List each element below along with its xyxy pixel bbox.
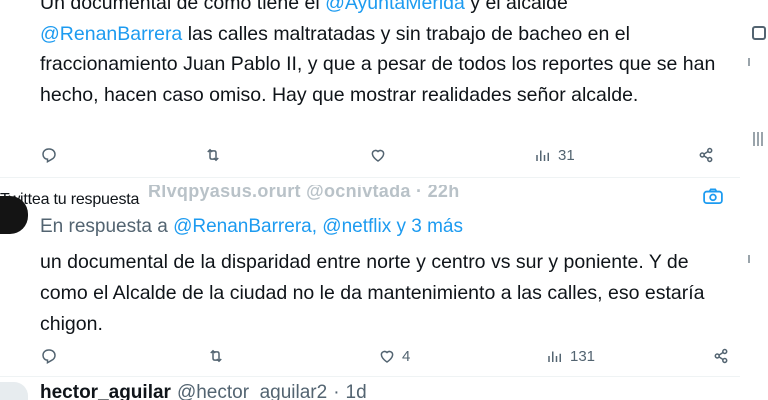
author-handle[interactable]: @hector_aguilar2 (177, 382, 327, 400)
camera-button[interactable] (702, 188, 724, 209)
checkbox-icon[interactable] (752, 26, 766, 40)
like-button[interactable]: 4 (378, 344, 410, 368)
rail-mark (753, 132, 755, 146)
tweet-2-actions: 4 131 (0, 344, 740, 368)
like-button[interactable] (369, 143, 393, 167)
share-icon (699, 147, 713, 163)
mention-ayuntamerida[interactable]: @AyuntaMerida (325, 0, 465, 14)
views-button[interactable]: 31 (534, 143, 575, 167)
retweet-button[interactable] (203, 143, 229, 167)
tweet-1-text-start: Un documental de como tiene el (40, 0, 326, 14)
divider (0, 376, 740, 377)
reply-icon (42, 148, 56, 164)
tweet-2-text: un documental de la disparidad entre nor… (40, 251, 705, 335)
side-panel-edge (740, 0, 768, 400)
like-count: 4 (402, 347, 411, 365)
tweet-1-actions: 31 (0, 143, 740, 167)
camera-icon (703, 188, 723, 204)
views-count: 31 (558, 146, 575, 164)
avatar[interactable] (0, 382, 28, 400)
reply-button[interactable] (40, 143, 64, 167)
tweet-2-header: Rlvqpyasus.orurt @ocnivtada · 22h (148, 185, 460, 201)
divider (0, 177, 740, 178)
views-button[interactable]: 131 (546, 344, 595, 368)
views-count: 131 (570, 347, 596, 365)
reply-button[interactable] (40, 344, 64, 368)
replying-to-label: En respuesta a (40, 216, 174, 237)
share-button[interactable] (712, 344, 730, 368)
tweet-3-header: hector_aguilar @hector_aguilar2 · 1d (40, 382, 367, 400)
timeline: Un documental de como tiene el @AyuntaMe… (0, 0, 740, 400)
rail-mark (757, 132, 759, 146)
rail-mark (761, 132, 763, 146)
heart-icon (380, 350, 394, 363)
heart-icon (371, 149, 385, 162)
meta-separator: · (333, 382, 340, 400)
compose-overlay: Rlvqpyasus.orurt @ocnivtada · 22h Twitte… (0, 185, 740, 207)
share-icon (714, 348, 728, 364)
views-icon (548, 351, 561, 362)
share-button[interactable] (697, 143, 715, 167)
views-icon (536, 150, 549, 161)
retweet-button[interactable] (206, 344, 232, 368)
mention-renanbarrera[interactable]: @RenanBarrera (40, 23, 182, 45)
tweet-1-text-mid: y el alcalde (464, 0, 568, 14)
replying-to-mentions[interactable]: @RenanBarrera, @netflix y 3 más (173, 216, 463, 237)
replying-to: En respuesta a @RenanBarrera, @netflix y… (40, 216, 463, 238)
rail-mark (748, 255, 750, 263)
reply-icon (42, 349, 56, 365)
avatar[interactable] (0, 196, 28, 234)
author-name[interactable]: hector_aguilar (40, 382, 171, 400)
retweet-icon (210, 349, 222, 363)
retweet-icon (207, 148, 219, 162)
tweet-1-text: Un documental de como tiene el @AyuntaMe… (40, 0, 730, 110)
tweet-time[interactable]: 1d (346, 382, 367, 400)
rail-mark (748, 58, 750, 66)
